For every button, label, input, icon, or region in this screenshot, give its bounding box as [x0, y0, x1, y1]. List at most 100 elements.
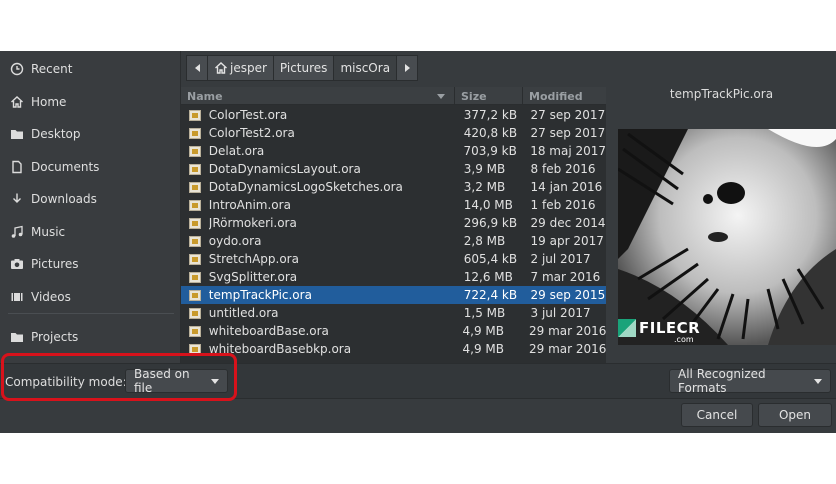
sidebar-item-documents[interactable]: Documents	[0, 152, 180, 182]
file-modified: 27 sep 2017	[530, 108, 606, 122]
sidebar-item-pictures[interactable]: Pictures	[0, 249, 180, 279]
file-name: tempTrackPic.ora	[208, 288, 312, 302]
sidebar-item-label: Recent	[31, 62, 73, 76]
path-segment-label: Pictures	[279, 61, 328, 75]
sidebar-item-label: Home	[31, 95, 67, 109]
file-name: untitled.ora	[208, 306, 279, 320]
sidebar-item-projects[interactable]: Projects	[0, 322, 180, 352]
film-icon	[10, 290, 24, 304]
sidebar-item-downloads[interactable]: Downloads	[0, 184, 180, 214]
file-format-dropdown[interactable]: All Recognized Formats	[669, 367, 831, 395]
file-size: 420,8 kB	[463, 126, 518, 140]
table-row[interactable]: ColorTest2.ora 420,8 kB 27 sep 2017	[181, 124, 606, 142]
table-row[interactable]: IntroAnim.ora 14,0 MB 1 feb 2016	[181, 196, 606, 214]
file-name: Delat.ora	[208, 144, 265, 158]
file-size: 14,0 MB	[463, 198, 513, 212]
table-row[interactable]: tempTrackPic.ora 722,4 kB 29 sep 2015	[181, 286, 606, 304]
file-size: 377,2 kB	[463, 108, 518, 122]
file-name: whiteboardBase.ora	[208, 324, 329, 338]
preview-image: FILECR .com	[618, 129, 836, 345]
file-modified: 1 feb 2016	[530, 198, 596, 212]
file-modified: 7 mar 2016	[530, 270, 601, 284]
path-scroll-left-button[interactable]	[186, 55, 208, 81]
table-row[interactable]: whiteboardBasebkp.ora 4,9 MB 29 mar 2016	[181, 340, 606, 358]
path-segment-label: jesper	[230, 61, 267, 75]
table-row[interactable]: DotaDynamicsLayout.ora 3,9 MB 8 feb 2016	[181, 160, 606, 178]
file-modified: 19 apr 2017	[530, 234, 604, 248]
table-row[interactable]: whiteboardBase.ora 4,9 MB 29 mar 2016	[181, 322, 606, 340]
file-modified: 29 sep 2015	[530, 288, 606, 302]
music-icon	[10, 225, 24, 239]
file-size: 605,4 kB	[463, 252, 518, 266]
sidebar-item-desktop[interactable]: Desktop	[0, 119, 180, 149]
file-modified: 29 dec 2014	[530, 216, 606, 230]
sidebar-item-label: Music	[31, 225, 66, 239]
file-name: SvgSplitter.ora	[208, 270, 298, 284]
image-file-icon	[189, 163, 201, 175]
annotation-highlight	[1, 353, 237, 401]
table-row[interactable]: SvgSplitter.ora 12,6 MB 7 mar 2016	[181, 268, 606, 286]
file-size: 722,4 kB	[463, 288, 518, 302]
file-name: DotaDynamicsLogoSketches.ora	[208, 180, 403, 194]
cancel-button[interactable]: Cancel	[681, 403, 753, 427]
column-header-name[interactable]: Name	[181, 87, 455, 105]
path-segment-home[interactable]: jesper	[207, 55, 274, 81]
sidebar-item-label: Videos	[31, 290, 71, 304]
image-file-icon	[189, 145, 201, 157]
path-segment-current[interactable]: miscOra	[333, 55, 398, 81]
path-segment-pictures[interactable]: Pictures	[272, 55, 335, 81]
table-row[interactable]: JRörmokeri.ora 296,9 kB 29 dec 2014	[181, 214, 606, 232]
sidebar-item-label: Downloads	[31, 192, 97, 206]
column-header-size[interactable]: Size	[455, 87, 523, 105]
folder-icon	[10, 330, 24, 344]
file-name: DotaDynamicsLayout.ora	[208, 162, 361, 176]
table-row[interactable]: ColorTest.ora 377,2 kB 27 sep 2017	[181, 106, 606, 124]
file-name: ColorTest.ora	[208, 108, 288, 122]
table-row[interactable]: DotaDynamicsLogoSketches.ora 3,2 MB 14 jan…	[181, 178, 606, 196]
watermark-logo: FILECR .com	[618, 319, 700, 344]
file-list[interactable]: Name Size Modified ColorTest.ora 377,2 kB…	[181, 87, 606, 363]
download-icon	[10, 192, 24, 206]
preview-pane: tempTrackPic.ora FILECR .com	[607, 81, 836, 363]
path-scroll-right-button[interactable]	[396, 55, 419, 81]
file-modified: 29 mar 2016	[529, 324, 606, 338]
file-modified: 29 mar 2016	[529, 342, 606, 356]
image-file-icon	[189, 109, 201, 121]
file-size: 12,6 MB	[463, 270, 513, 284]
open-button[interactable]: Open	[758, 403, 832, 427]
preview-title: tempTrackPic.ora	[669, 87, 774, 101]
file-modified: 2 jul 2017	[530, 252, 591, 266]
home-icon	[215, 62, 227, 74]
chevron-left-icon	[194, 64, 200, 72]
chevron-right-icon	[404, 64, 410, 72]
image-file-icon	[189, 325, 201, 337]
file-name: whiteboardBasebkp.ora	[208, 342, 352, 356]
table-row[interactable]: Delat.ora 703,9 kB 18 maj 2017	[181, 142, 606, 160]
file-name: IntroAnim.ora	[208, 198, 291, 212]
image-file-icon	[189, 289, 201, 301]
table-row[interactable]: untitled.ora 1,5 MB 3 jul 2017	[181, 304, 606, 322]
image-file-icon	[189, 127, 201, 139]
file-size: 1,5 MB	[463, 306, 506, 320]
sort-descending-icon	[437, 94, 445, 99]
column-header-modified[interactable]: Modified	[523, 87, 606, 105]
table-row[interactable]: oydo.ora 2,8 MB 19 apr 2017	[181, 232, 606, 250]
logo-mark-icon	[618, 319, 636, 337]
table-row[interactable]: StretchApp.ora 605,4 kB 2 jul 2017	[181, 250, 606, 268]
sidebar-item-label: Desktop	[31, 127, 81, 141]
clock-icon	[10, 62, 24, 76]
sidebar-item-home[interactable]: Home	[0, 87, 180, 117]
sidebar-item-videos[interactable]: Videos	[0, 282, 180, 312]
file-size: 4,9 MB	[462, 324, 504, 338]
file-name: StretchApp.ora	[208, 252, 299, 266]
file-modified: 3 jul 2017	[530, 306, 591, 320]
sidebar-item-recent[interactable]: Recent	[0, 54, 180, 84]
sidebar-item-label: Documents	[31, 160, 100, 174]
sidebar-item-music[interactable]: Music	[0, 217, 180, 247]
file-size: 296,9 kB	[463, 216, 518, 230]
places-sidebar: Recent Home Desktop Documents Downloads	[0, 51, 181, 363]
image-file-icon	[189, 253, 201, 265]
image-file-icon	[189, 235, 201, 247]
image-file-icon	[189, 217, 201, 229]
chevron-down-icon	[814, 378, 822, 384]
